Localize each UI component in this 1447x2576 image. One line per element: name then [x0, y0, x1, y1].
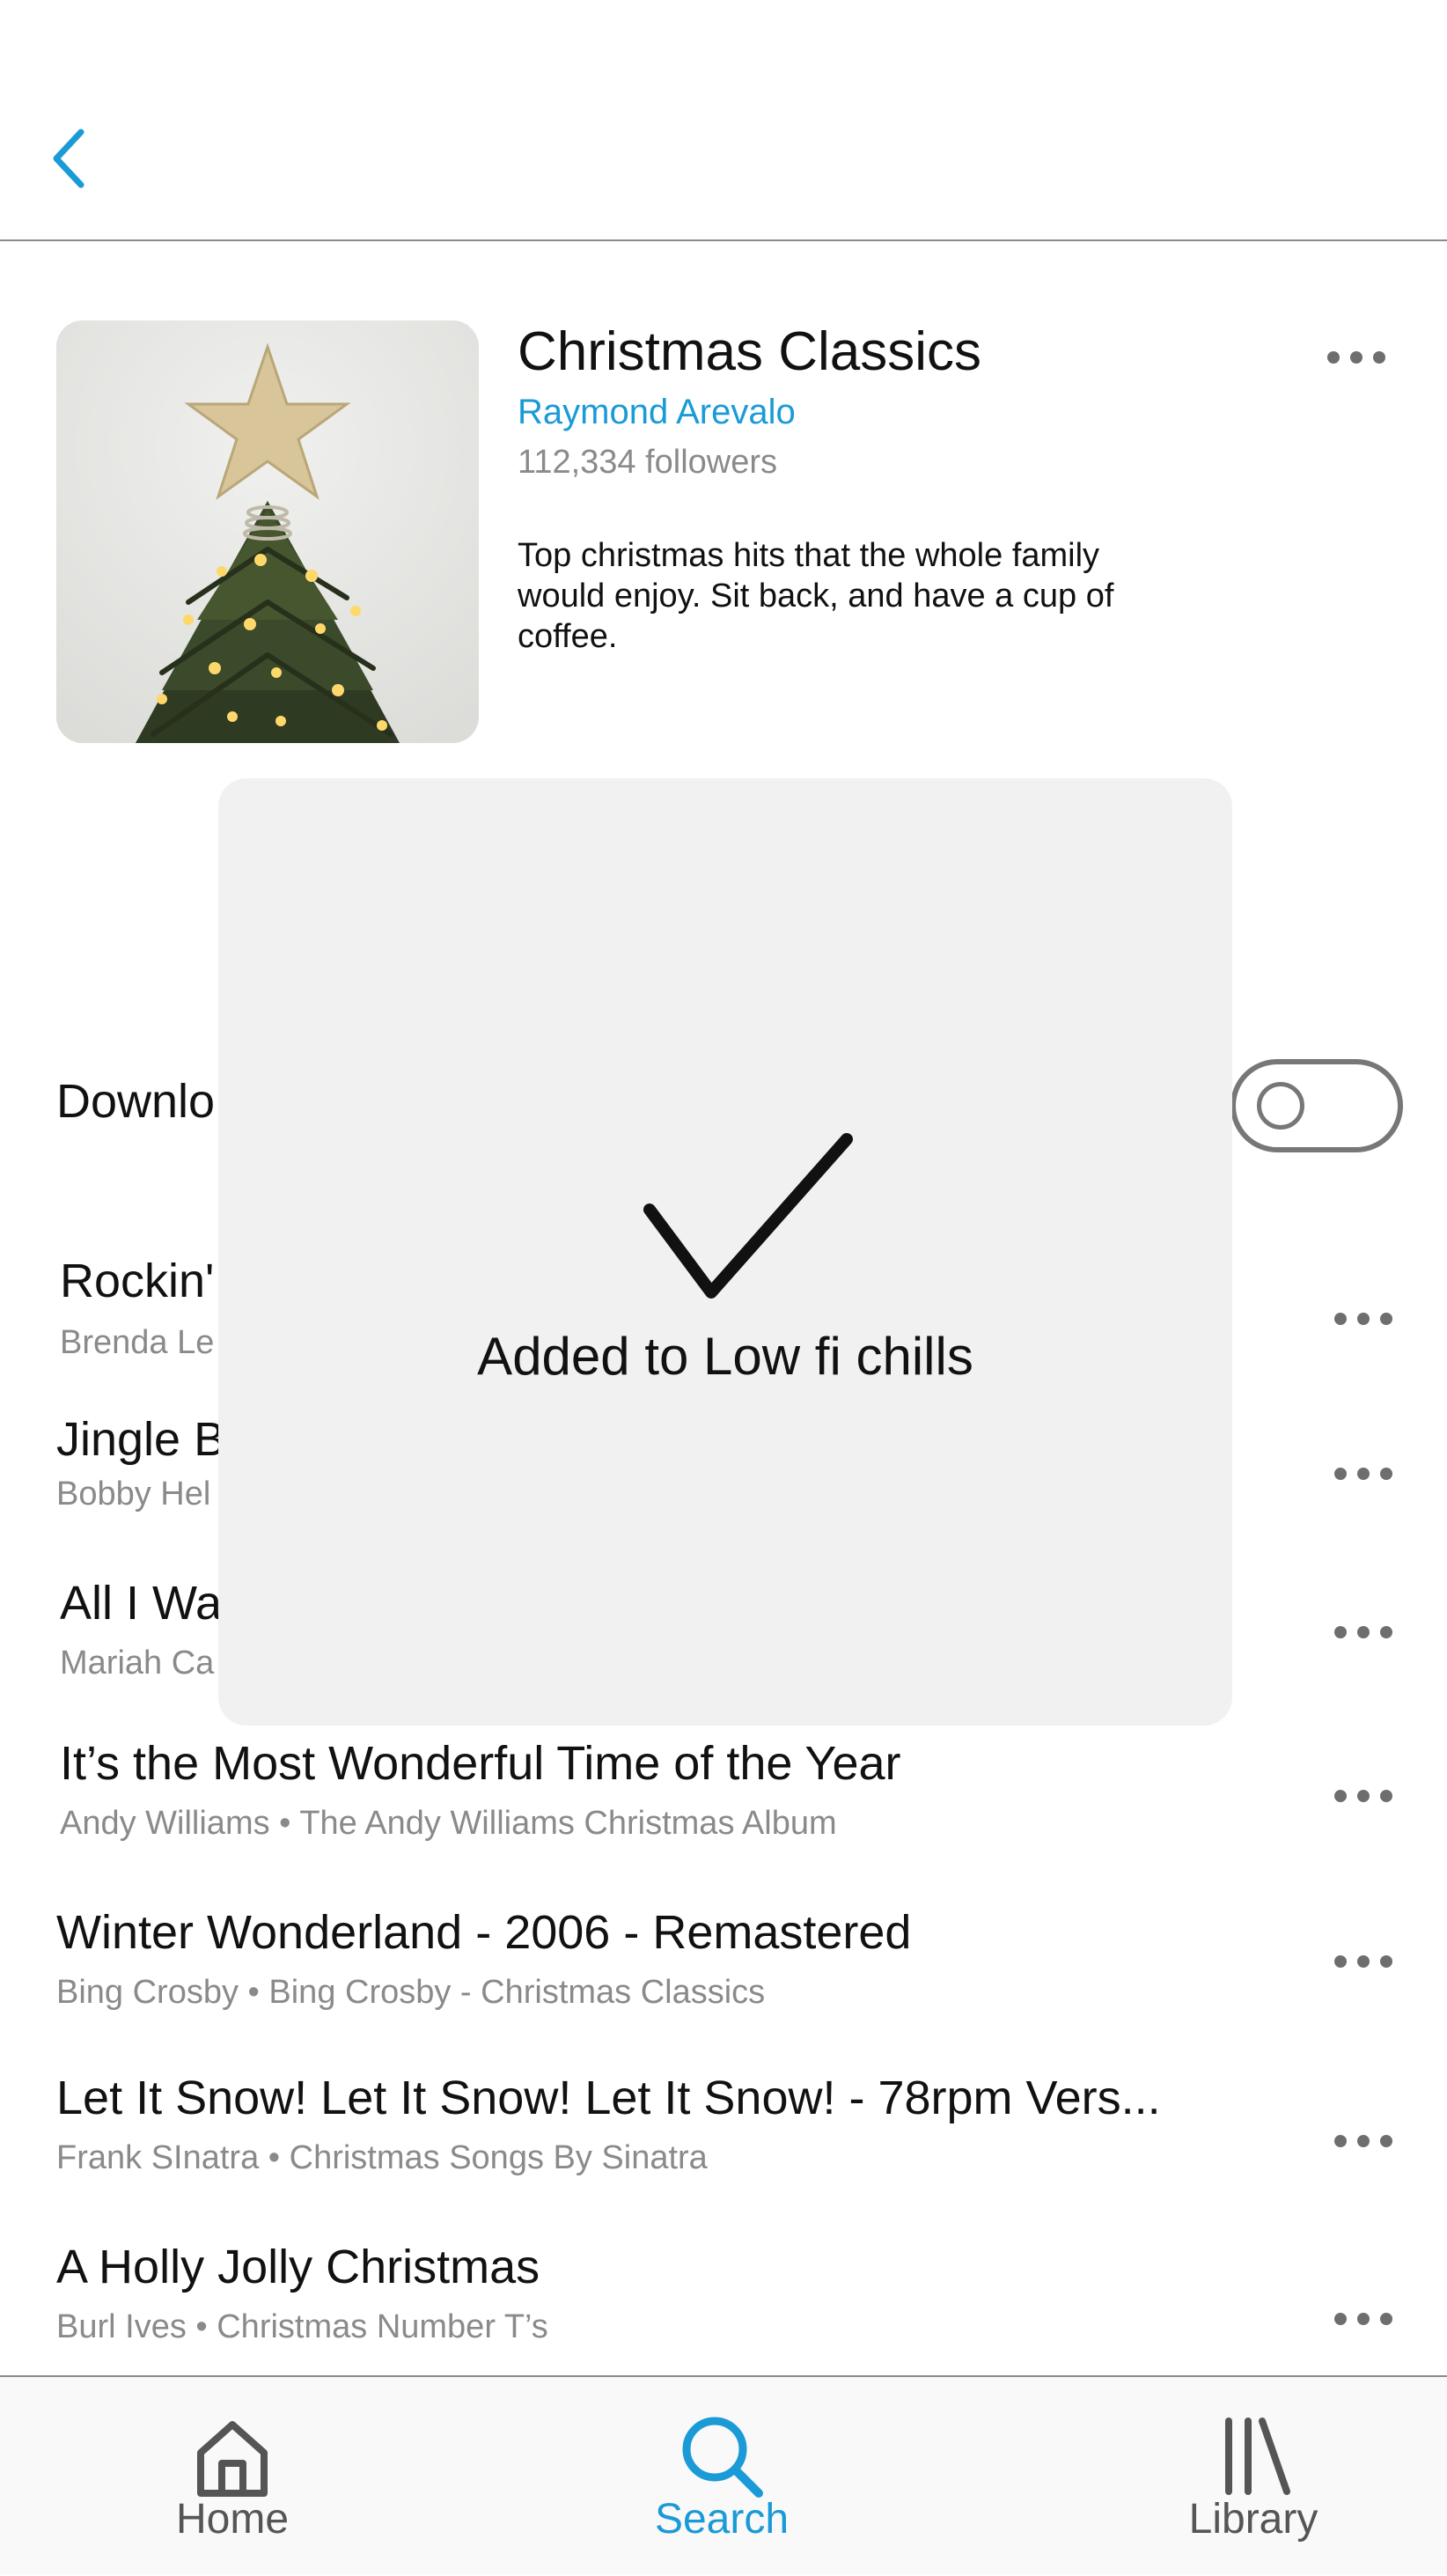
toggle-knob — [1257, 1082, 1304, 1130]
more-dot-icon — [1357, 1790, 1370, 1802]
back-button[interactable] — [46, 123, 99, 194]
more-dot-icon — [1334, 1955, 1347, 1968]
more-dot-icon — [1380, 1313, 1392, 1325]
more-dot-icon — [1327, 351, 1340, 364]
tab-library[interactable]: Library — [1113, 2377, 1394, 2576]
track-more-button[interactable] — [1324, 1613, 1403, 1652]
download-toggle[interactable] — [1230, 1059, 1403, 1152]
confirmation-message: Added to Low fi chills — [477, 1327, 973, 1386]
track-row[interactable]: Let It Snow! Let It Snow! Let It Snow! -… — [0, 2071, 1447, 2229]
track-more-button[interactable] — [1324, 2122, 1403, 2160]
followers-count: 112,334 followers — [518, 444, 778, 481]
more-dot-icon — [1373, 351, 1385, 364]
more-dot-icon — [1380, 2135, 1392, 2147]
track-title: Jingle B — [56, 1413, 226, 1466]
playlist-title: Christmas Classics — [518, 321, 982, 382]
more-dot-icon — [1334, 1626, 1347, 1638]
track-subtitle: Andy Williams • The Andy Williams Christ… — [60, 1805, 837, 1842]
search-icon — [682, 2417, 763, 2498]
more-dot-icon — [1380, 1790, 1392, 1802]
playlist-owner-link[interactable]: Raymond Arevalo — [518, 393, 796, 432]
more-dot-icon — [1380, 2313, 1392, 2325]
more-dot-icon — [1380, 1468, 1392, 1480]
track-subtitle: Burl Ives • Christmas Number T’s — [56, 2308, 548, 2345]
more-dot-icon — [1357, 1955, 1370, 1968]
track-subtitle: Frank SInatra • Christmas Songs By Sinat… — [56, 2139, 708, 2176]
track-row[interactable]: Winter Wonderland - 2006 - Remastered Bi… — [0, 1905, 1447, 2064]
more-dot-icon — [1334, 1468, 1347, 1480]
more-dot-icon — [1357, 1626, 1370, 1638]
more-dot-icon — [1357, 2313, 1370, 2325]
more-dot-icon — [1334, 2313, 1347, 2325]
track-more-button[interactable] — [1324, 1454, 1403, 1493]
library-icon — [1225, 2418, 1290, 2495]
track-title: A Holly Jolly Christmas — [56, 2241, 540, 2293]
chevron-left-icon — [53, 129, 84, 188]
more-dot-icon — [1357, 1313, 1370, 1325]
track-subtitle: Mariah Ca — [60, 1645, 215, 1682]
track-title: All I Wa — [60, 1577, 223, 1630]
more-dot-icon — [1357, 1468, 1370, 1480]
more-dot-icon — [1334, 1313, 1347, 1325]
more-dot-icon — [1357, 2135, 1370, 2147]
tab-library-label: Library — [1188, 2496, 1318, 2543]
track-more-button[interactable] — [1324, 1942, 1403, 1981]
track-more-button[interactable] — [1324, 2300, 1403, 2338]
more-dot-icon — [1334, 1790, 1347, 1802]
tab-search-label: Search — [654, 2496, 790, 2543]
playlist-cover-image — [56, 320, 479, 743]
track-subtitle: Bobby Hel — [56, 1476, 211, 1512]
track-subtitle: Bing Crosby • Bing Crosby - Christmas Cl… — [56, 1974, 766, 2011]
track-title: Let It Snow! Let It Snow! Let It Snow! -… — [56, 2072, 1161, 2124]
more-dot-icon — [1380, 1626, 1392, 1638]
playlist-more-button[interactable] — [1317, 338, 1396, 377]
added-confirmation-overlay: Added to Low fi chills — [218, 778, 1232, 1726]
download-label: Downlo — [56, 1075, 216, 1128]
tab-home[interactable]: Home — [92, 2377, 373, 2576]
track-row[interactable]: It’s the Most Wonderful Time of the Year… — [0, 1736, 1447, 1895]
track-title: Rockin' — [60, 1255, 215, 1307]
track-row[interactable]: A Holly Jolly Christmas Burl Ives • Chri… — [0, 2240, 1447, 2398]
checkmark-icon — [643, 1133, 853, 1299]
track-more-button[interactable] — [1324, 1299, 1403, 1338]
tab-search[interactable]: Search — [581, 2377, 863, 2576]
track-title: Winter Wonderland - 2006 - Remastered — [56, 1906, 912, 1959]
track-subtitle: Brenda Le — [60, 1324, 215, 1361]
more-dot-icon — [1334, 2135, 1347, 2147]
top-header — [0, 0, 1447, 241]
more-dot-icon — [1380, 1955, 1392, 1968]
track-title: It’s the Most Wonderful Time of the Year — [60, 1737, 901, 1790]
track-more-button[interactable] — [1324, 1777, 1403, 1815]
playlist-description: Top christmas hits that the whole family… — [518, 537, 1114, 655]
more-dot-icon — [1350, 351, 1363, 364]
bottom-tab-bar: Home Search Library — [0, 2375, 1447, 2574]
tab-home-label: Home — [175, 2496, 290, 2543]
home-icon — [197, 2421, 268, 2497]
